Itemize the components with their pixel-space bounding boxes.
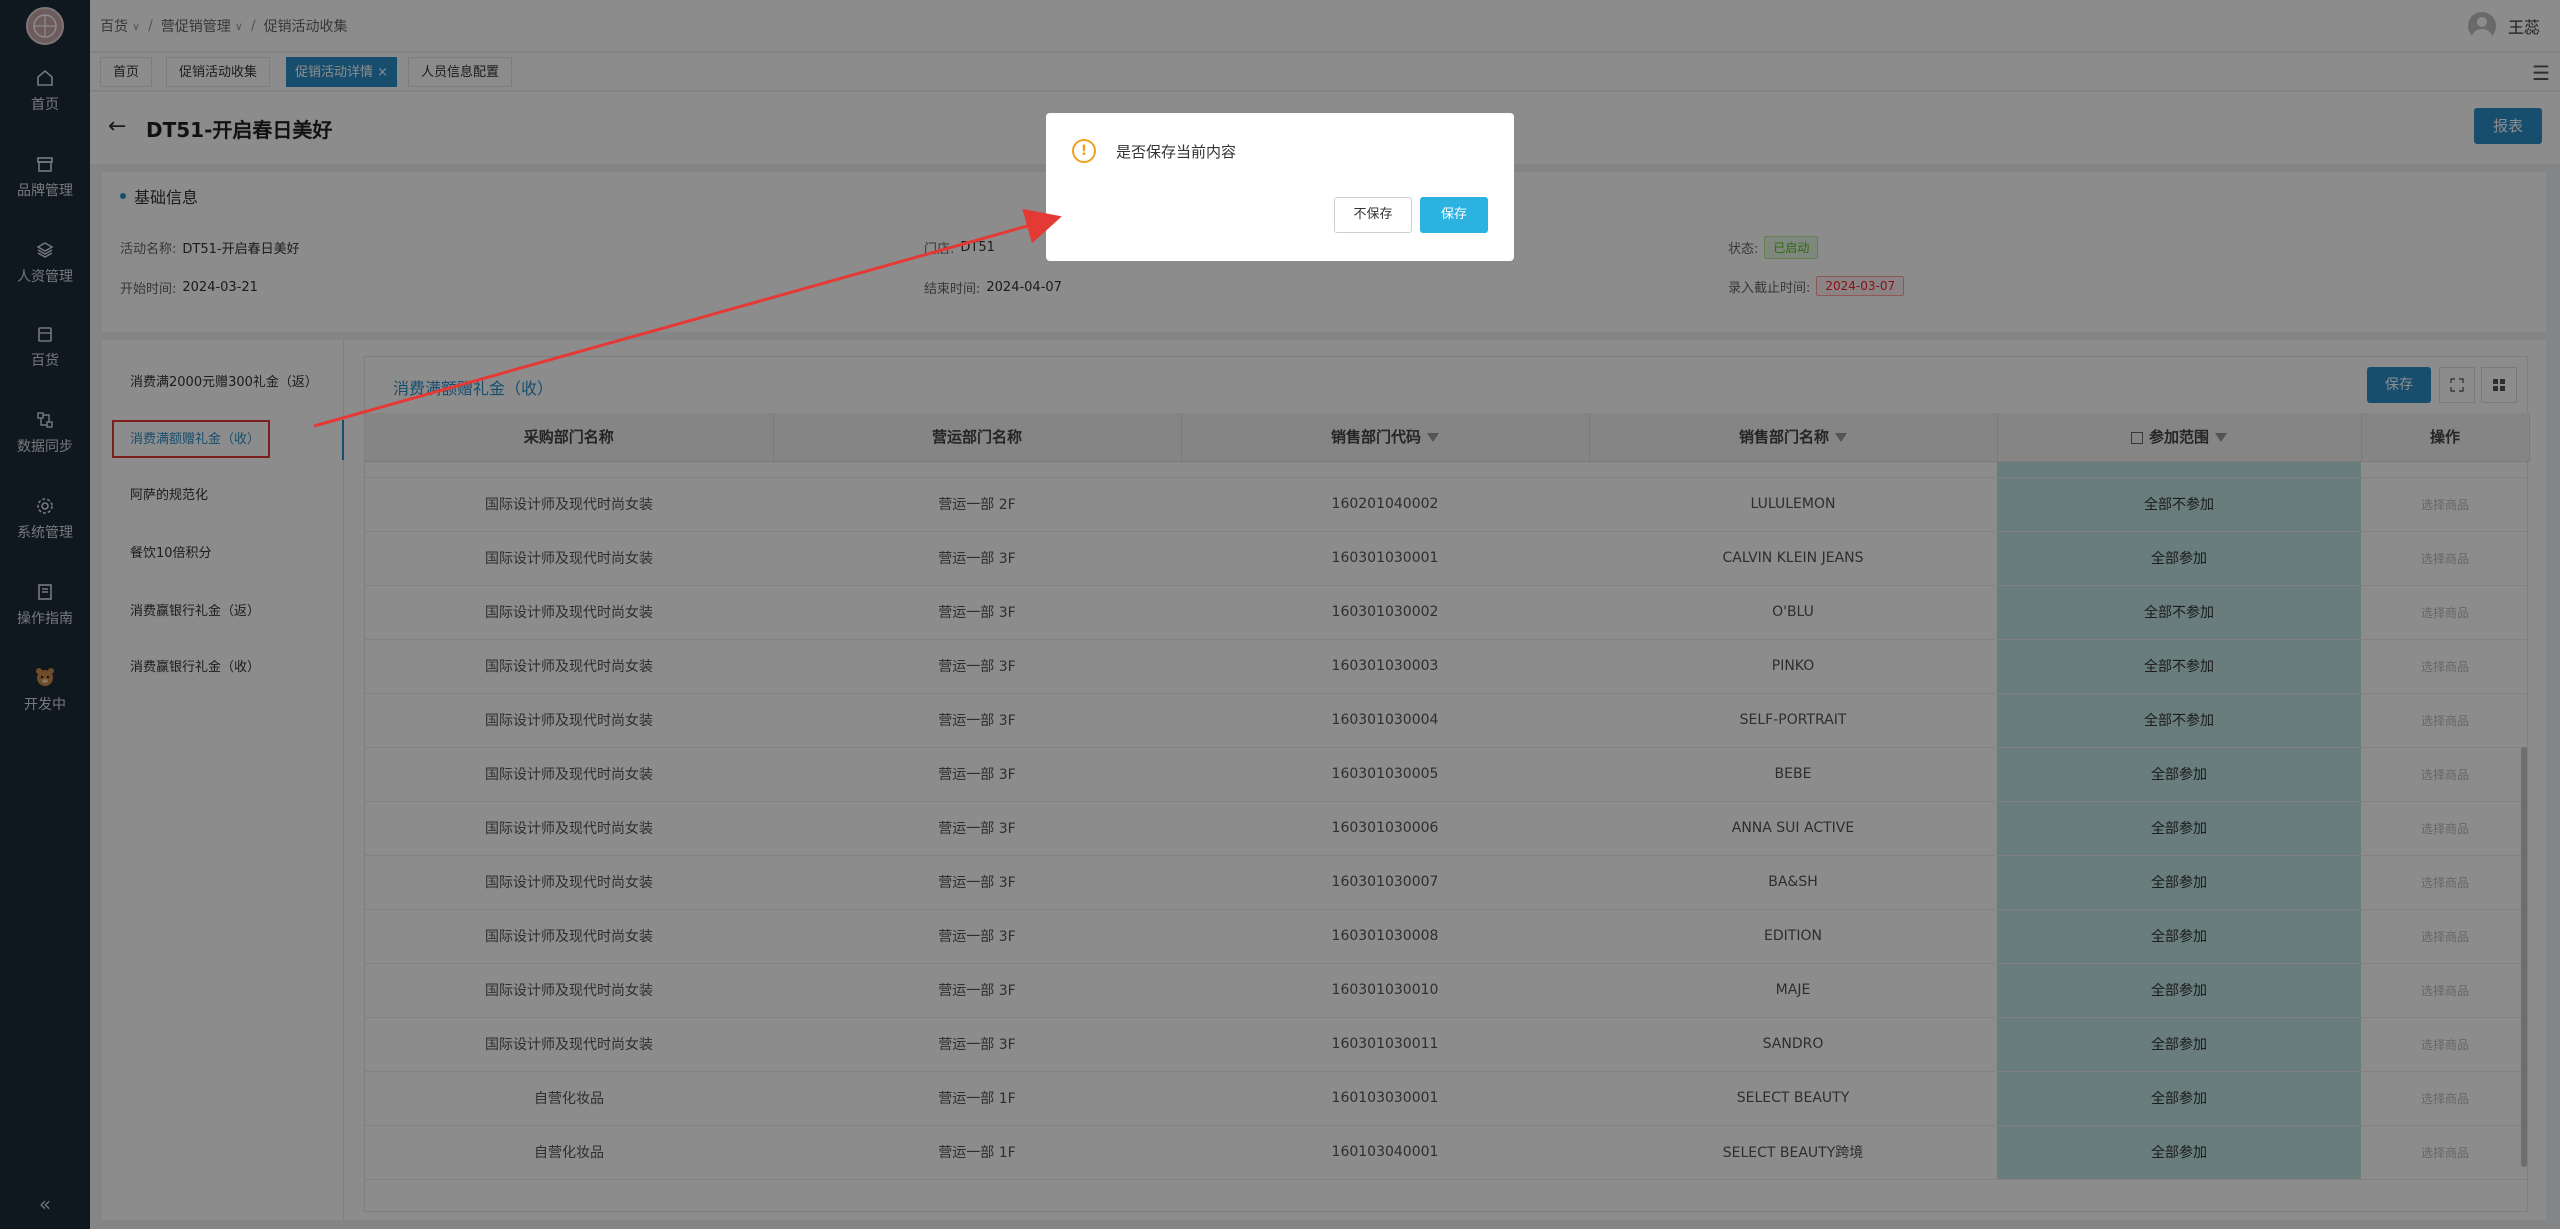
dont-save-button[interactable]: 不保存	[1334, 197, 1412, 233]
confirm-save-button[interactable]: 保存	[1420, 197, 1488, 233]
save-confirm-dialog: ! 是否保存当前内容 不保存 保存	[1046, 113, 1514, 261]
dialog-message: 是否保存当前内容	[1116, 143, 1237, 161]
warning-icon: !	[1072, 139, 1096, 163]
